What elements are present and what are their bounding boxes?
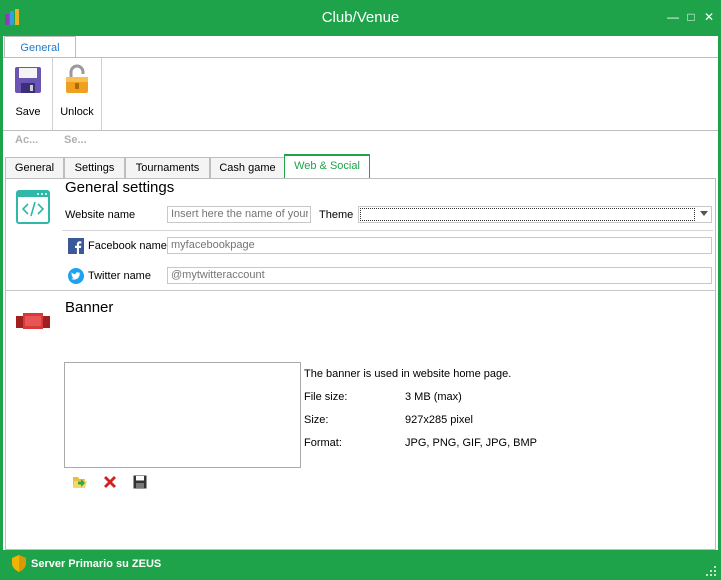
client-area: General Save Unlock Ac... Se... General … xyxy=(3,36,718,550)
unlock-icon xyxy=(66,64,88,93)
save-banner-icon[interactable] xyxy=(133,475,147,489)
tab-cash-game[interactable]: Cash game xyxy=(210,157,285,178)
twitter-name-input[interactable] xyxy=(167,267,712,284)
ribbon-tab-general[interactable]: General xyxy=(4,36,76,58)
resize-grip-icon[interactable] xyxy=(706,566,716,576)
facebook-name-input[interactable] xyxy=(167,237,712,254)
theme-select-value xyxy=(360,208,695,221)
save-icon xyxy=(15,67,41,93)
window-title: Club/Venue xyxy=(321,9,400,26)
tab-strip: General Settings Tournaments Cash game W… xyxy=(3,154,718,180)
website-name-label: Website name xyxy=(65,209,136,221)
website-name-input[interactable] xyxy=(167,206,311,223)
minimize-icon[interactable]: — xyxy=(664,9,682,25)
ribbon-separator xyxy=(101,58,102,130)
status-text: Server Primario su ZEUS xyxy=(31,558,162,570)
open-folder-icon[interactable] xyxy=(72,474,88,490)
section-divider xyxy=(6,290,715,291)
save-button[interactable]: Save xyxy=(6,63,50,119)
twitter-icon xyxy=(68,268,84,284)
banner-description: The banner is used in website home page. xyxy=(304,368,512,380)
ribbon-group-label: Se... xyxy=(64,134,87,146)
tab-web-social[interactable]: Web & Social xyxy=(284,154,370,180)
format-value: JPG, PNG, GIF, JPG, BMP xyxy=(405,437,538,449)
ribbon-group-labels: Ac... Se... xyxy=(3,130,718,150)
unlock-button[interactable]: Unlock xyxy=(55,63,99,119)
ribbon-group-label: Ac... xyxy=(15,134,39,146)
save-label: Save xyxy=(15,106,41,118)
file-size-label: File size: xyxy=(304,391,348,403)
status-bar: Server Primario su ZEUS xyxy=(0,550,721,580)
maximize-icon[interactable]: □ xyxy=(682,9,700,25)
ribbon-separator xyxy=(52,58,53,130)
title-bar[interactable]: Club/Venue — □ ✕ xyxy=(0,0,721,36)
banner-icon xyxy=(16,313,50,329)
delete-icon[interactable] xyxy=(102,474,118,490)
app-window: Club/Venue — □ ✕ General Save Unlock Ac.… xyxy=(0,0,721,580)
shield-icon xyxy=(12,555,26,572)
unlock-label: Unlock xyxy=(60,106,94,118)
file-size-value: 3 MB (max) xyxy=(405,391,462,403)
size-label: Size: xyxy=(304,414,329,426)
facebook-icon xyxy=(68,238,84,254)
tab-tournaments[interactable]: Tournaments xyxy=(125,157,210,178)
theme-label: Theme xyxy=(319,209,354,221)
tab-general[interactable]: General xyxy=(5,157,64,178)
size-value: 927x285 pixel xyxy=(405,414,473,426)
web-social-panel: General settings Website name Theme Face… xyxy=(5,178,716,550)
banner-title: Banner xyxy=(65,299,114,316)
close-icon[interactable]: ✕ xyxy=(700,9,718,25)
web-code-icon xyxy=(16,190,50,224)
ribbon-bar: Save Unlock xyxy=(3,57,718,131)
banner-preview[interactable] xyxy=(64,362,301,468)
divider xyxy=(62,230,713,231)
format-label: Format: xyxy=(304,437,342,449)
chevron-down-icon[interactable] xyxy=(700,211,708,216)
tab-settings[interactable]: Settings xyxy=(64,157,125,178)
theme-select[interactable] xyxy=(358,206,712,223)
general-settings-title: General settings xyxy=(65,179,175,196)
facebook-name-label: Facebook name xyxy=(88,240,167,252)
twitter-name-label: Twitter name xyxy=(88,270,151,282)
